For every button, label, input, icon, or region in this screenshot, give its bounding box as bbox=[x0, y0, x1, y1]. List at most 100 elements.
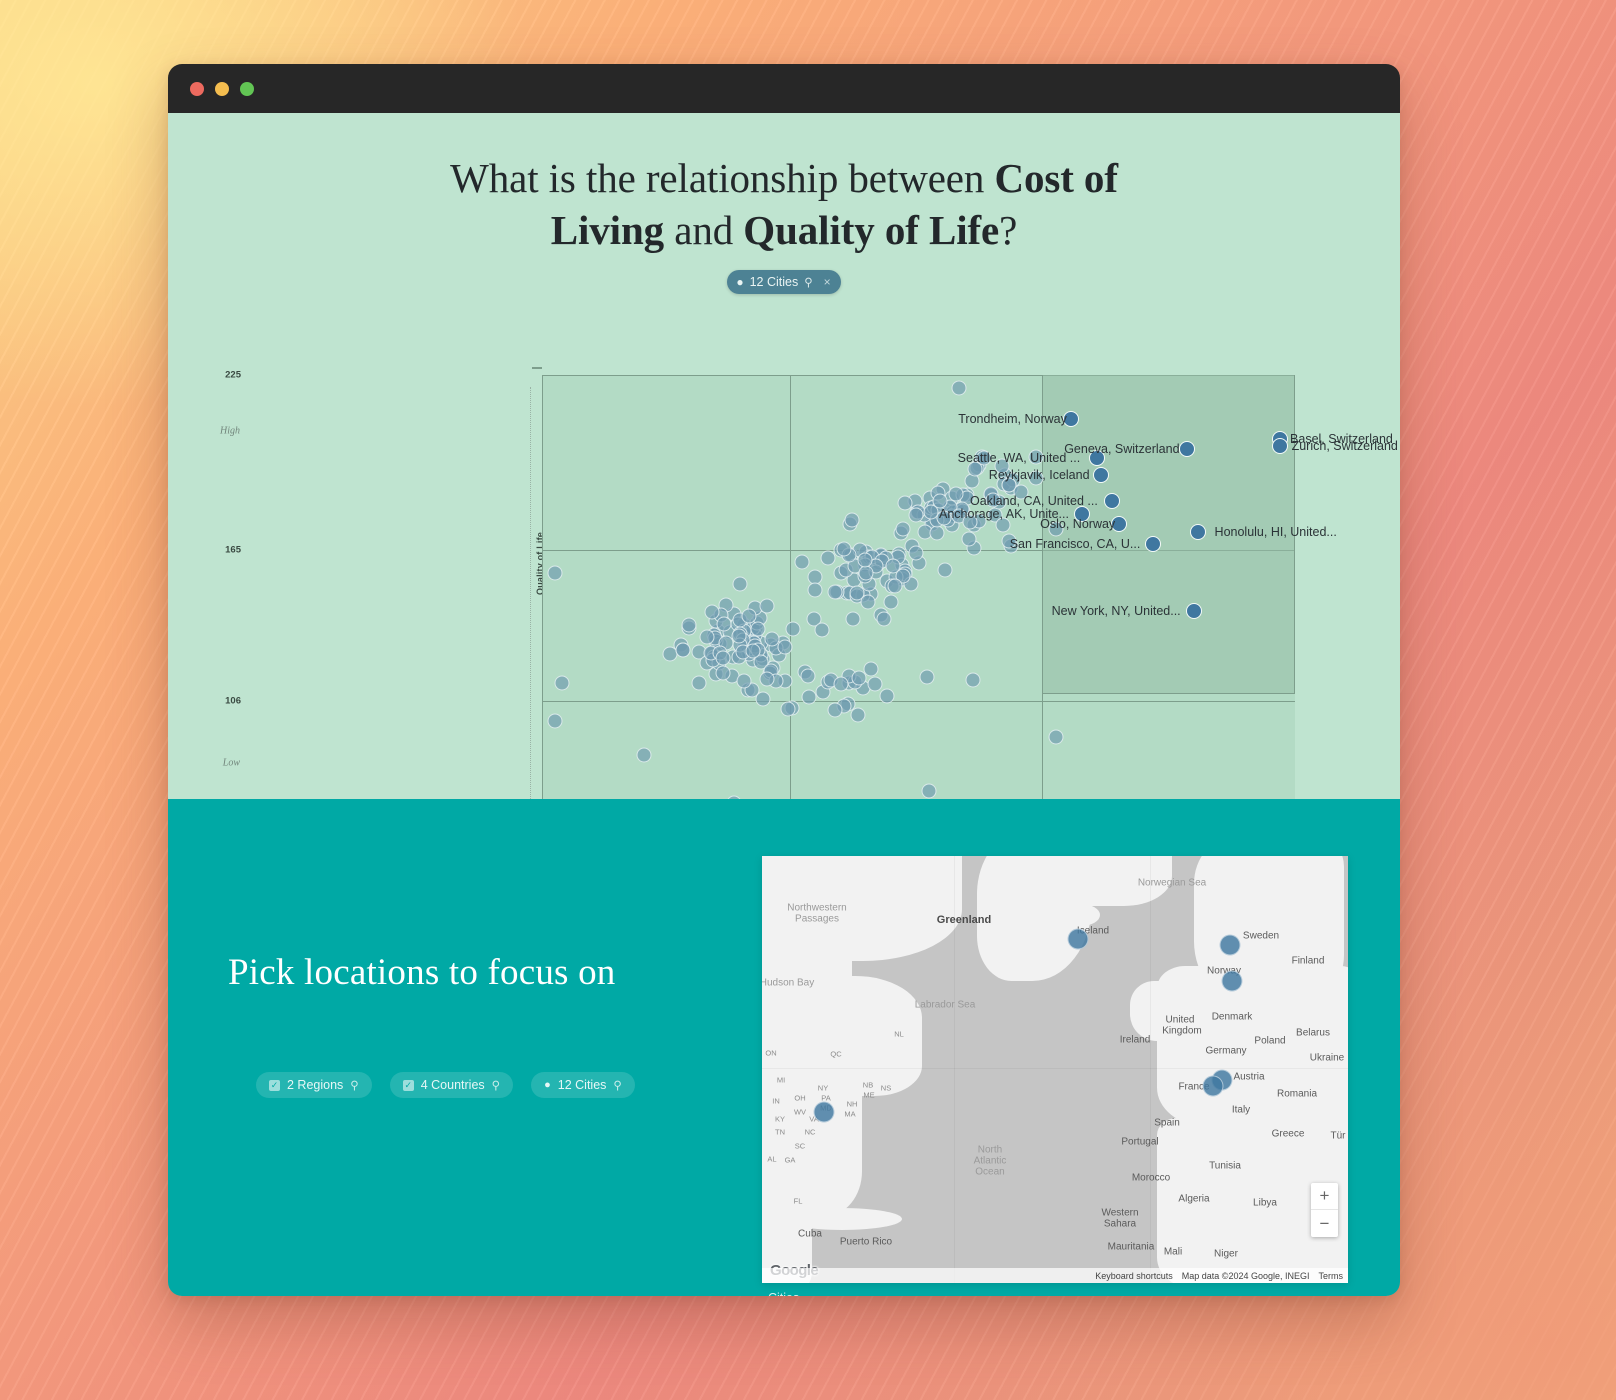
data-point-selected[interactable] bbox=[1092, 467, 1109, 484]
map-label: Denmark bbox=[1211, 1011, 1253, 1023]
map-city-marker[interactable] bbox=[1202, 1075, 1224, 1097]
countries-filter-pill[interactable]: ✓ 4 Countries ⚲ bbox=[389, 1072, 514, 1098]
data-point[interactable] bbox=[716, 616, 731, 632]
data-point[interactable] bbox=[715, 650, 731, 666]
data-point[interactable] bbox=[794, 554, 810, 570]
data-point[interactable] bbox=[759, 671, 775, 687]
data-point[interactable] bbox=[850, 707, 866, 723]
data-point[interactable] bbox=[745, 643, 761, 659]
data-point[interactable] bbox=[851, 670, 867, 686]
data-point-label: New York, NY, United... bbox=[1051, 604, 1181, 619]
data-point[interactable] bbox=[867, 676, 883, 692]
data-point[interactable] bbox=[785, 621, 801, 637]
data-point[interactable] bbox=[965, 672, 981, 688]
map-label: SC bbox=[794, 1141, 806, 1151]
zoom-in-button[interactable]: + bbox=[1311, 1183, 1338, 1210]
data-point[interactable] bbox=[750, 621, 766, 637]
close-window-button[interactable] bbox=[190, 81, 204, 96]
map-zoom-controls[interactable]: + − bbox=[1311, 1183, 1338, 1237]
data-point[interactable] bbox=[937, 562, 953, 578]
data-point[interactable] bbox=[908, 545, 924, 561]
data-point[interactable] bbox=[883, 594, 899, 610]
map-city-marker[interactable] bbox=[1221, 970, 1243, 992]
y-tick-high: High bbox=[220, 425, 240, 437]
data-point[interactable] bbox=[691, 675, 707, 691]
data-point[interactable] bbox=[858, 565, 874, 581]
search-icon[interactable]: ⚲ bbox=[804, 275, 812, 289]
data-point[interactable] bbox=[820, 550, 836, 566]
data-point-selected[interactable] bbox=[1189, 523, 1206, 540]
data-point[interactable] bbox=[844, 512, 859, 528]
data-point[interactable] bbox=[704, 604, 720, 620]
data-point-selected[interactable] bbox=[1178, 441, 1195, 458]
data-point[interactable] bbox=[547, 713, 563, 729]
regions-filter-pill[interactable]: ✓ 2 Regions ⚲ bbox=[256, 1072, 372, 1098]
map-label: Kingdom bbox=[1162, 1025, 1202, 1037]
data-point[interactable] bbox=[681, 617, 697, 633]
data-point[interactable] bbox=[800, 668, 816, 684]
data-point[interactable] bbox=[895, 521, 911, 537]
data-point[interactable] bbox=[736, 673, 752, 689]
data-point[interactable] bbox=[857, 552, 873, 568]
map-city-marker[interactable] bbox=[1067, 928, 1089, 950]
data-point[interactable] bbox=[755, 691, 771, 707]
data-point-selected[interactable] bbox=[1144, 536, 1161, 553]
map-label: Western bbox=[1101, 1207, 1139, 1219]
data-point[interactable] bbox=[675, 642, 691, 658]
search-icon[interactable]: ⚲ bbox=[350, 1078, 358, 1092]
data-point[interactable] bbox=[887, 578, 903, 594]
close-icon[interactable]: × bbox=[824, 275, 831, 289]
data-point[interactable] bbox=[636, 747, 652, 763]
data-point[interactable] bbox=[836, 541, 852, 557]
map-label: OH bbox=[794, 1093, 806, 1103]
data-point[interactable] bbox=[964, 473, 980, 489]
maximize-window-button[interactable] bbox=[240, 81, 254, 96]
cities-filter-pill-2[interactable]: ● 12 Cities ⚲ bbox=[531, 1072, 635, 1098]
data-point[interactable] bbox=[908, 507, 924, 523]
data-point[interactable] bbox=[554, 675, 570, 691]
data-point[interactable] bbox=[547, 565, 563, 581]
cities-filter-pill[interactable]: ● 12 Cities ⚲ × bbox=[727, 270, 841, 295]
data-point[interactable] bbox=[764, 631, 780, 647]
minimize-window-button[interactable] bbox=[215, 81, 229, 96]
data-point[interactable] bbox=[827, 702, 843, 718]
data-point[interactable] bbox=[699, 629, 715, 645]
zoom-out-button[interactable]: − bbox=[1311, 1210, 1338, 1237]
data-point[interactable] bbox=[780, 701, 796, 717]
keyboard-shortcuts-link[interactable]: Keyboard shortcuts bbox=[1095, 1271, 1173, 1281]
data-point[interactable] bbox=[731, 628, 747, 644]
data-point[interactable] bbox=[833, 676, 849, 692]
location-map[interactable]: Norwegian Sea Greenland Northwestern Passag… bbox=[762, 856, 1348, 1283]
data-point[interactable] bbox=[827, 584, 843, 600]
search-icon[interactable]: ⚲ bbox=[492, 1078, 500, 1092]
data-point[interactable] bbox=[929, 525, 945, 541]
data-point-selected[interactable] bbox=[1272, 437, 1289, 454]
data-point[interactable] bbox=[845, 611, 861, 627]
data-point[interactable] bbox=[807, 582, 823, 598]
data-point[interactable] bbox=[879, 688, 895, 704]
data-point[interactable] bbox=[923, 504, 939, 520]
data-point[interactable] bbox=[860, 594, 876, 610]
data-point[interactable] bbox=[876, 611, 892, 627]
data-point[interactable] bbox=[1048, 729, 1064, 745]
data-point-selected[interactable] bbox=[1103, 492, 1120, 509]
data-point[interactable] bbox=[921, 783, 937, 799]
checkbox-checked-icon[interactable]: ✓ bbox=[402, 1079, 414, 1091]
data-point[interactable] bbox=[715, 665, 731, 681]
location-picker-panel: Pick locations to focus on ✓ 2 Regions ⚲… bbox=[168, 799, 1400, 1296]
data-point-selected[interactable] bbox=[1186, 603, 1203, 620]
data-point[interactable] bbox=[732, 576, 748, 592]
search-icon[interactable]: ⚲ bbox=[613, 1078, 621, 1092]
data-point[interactable] bbox=[777, 639, 793, 655]
map-city-marker[interactable] bbox=[1219, 934, 1241, 956]
data-point[interactable] bbox=[759, 598, 775, 614]
data-point[interactable] bbox=[814, 622, 830, 638]
plot-area[interactable]: Trondheim, Norway Basel, Switzerland Zuric… bbox=[542, 375, 1398, 834]
data-point[interactable] bbox=[951, 380, 966, 396]
map-city-marker[interactable] bbox=[813, 1101, 835, 1123]
data-point[interactable] bbox=[919, 669, 934, 685]
data-point[interactable] bbox=[961, 531, 977, 547]
checkbox-checked-icon[interactable]: ✓ bbox=[269, 1079, 280, 1091]
terms-link[interactable]: Terms bbox=[1319, 1271, 1344, 1281]
picker-title: Pick locations to focus on bbox=[228, 952, 616, 993]
